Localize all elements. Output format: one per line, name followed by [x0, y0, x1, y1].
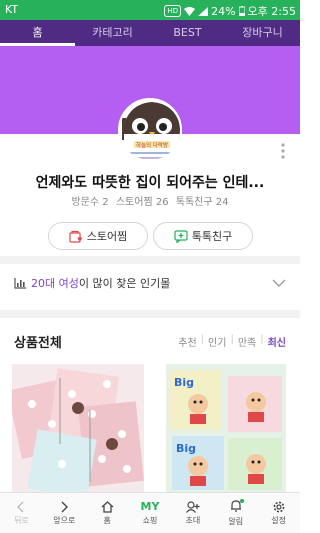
forward-arrow-icon	[61, 501, 69, 512]
new-alarm-dot	[239, 498, 244, 503]
nav-forward[interactable]: 앞으로	[43, 493, 86, 533]
products-header: 상품전체 추천 | 인기 | 만족 | 최신	[0, 326, 300, 356]
products-title: 상품전체	[14, 336, 62, 351]
svg-text:Big: Big	[174, 376, 194, 389]
nav-invite[interactable]: 초대	[171, 493, 214, 533]
hd-badge: HD	[164, 5, 182, 17]
character-notebook-picture: Big Big	[166, 364, 286, 492]
store-jjim-count: 스토어찜 26	[115, 197, 169, 208]
floral-notebook-picture	[12, 364, 144, 492]
signal-icon	[198, 6, 209, 16]
product-image-notebooks[interactable]	[12, 364, 144, 492]
nav-home-label: 홈	[103, 515, 111, 525]
section-divider	[0, 256, 300, 264]
store-stats: 방문수 2 스토어찜 26 톡톡친구 24	[0, 193, 300, 208]
battery-icon	[238, 6, 245, 16]
tab-category[interactable]: 카테고리	[75, 20, 150, 46]
nav-back[interactable]: 뒤로	[0, 493, 43, 533]
status-icons: HD 24% 오후 2:55	[164, 3, 296, 19]
store-avatar[interactable]: 하늘의 다락방	[118, 98, 182, 162]
nav-alarm-label: 알림	[228, 516, 244, 526]
talk-friend-button[interactable]: 톡톡친구	[153, 222, 253, 250]
store-name: 언제와도 따뜻한 집이 되어주는 인테...	[35, 175, 265, 191]
nav-home[interactable]: 홈	[86, 493, 129, 533]
home-icon	[101, 500, 114, 513]
sort-recommended[interactable]: 추천	[174, 334, 200, 349]
nav-back-label: 뒤로	[14, 515, 29, 525]
clock: 오후 2:55	[247, 5, 296, 18]
product-image-character-notebooks[interactable]: Big Big	[166, 364, 286, 492]
nav-settings[interactable]: 설정	[257, 493, 300, 533]
store-jjim-label: 스토어찜	[86, 230, 128, 243]
nav-forward-label: 앞으로	[53, 515, 76, 525]
store-heart-icon	[69, 230, 82, 243]
store-jjim-button[interactable]: 스토어찜	[48, 222, 148, 250]
bottom-nav: 뒤로 앞으로 홈 MY 쇼핑 초대 알림 설정	[0, 492, 300, 533]
sort-popular[interactable]: 인기	[204, 334, 230, 349]
battery-percent: 24%	[211, 4, 236, 18]
more-options-icon[interactable]	[280, 143, 286, 159]
nav-my-shopping[interactable]: MY 쇼핑	[129, 493, 172, 533]
bell-icon-wrap	[230, 498, 244, 514]
back-arrow-icon	[17, 501, 24, 512]
wifi-icon	[184, 6, 196, 16]
nav-alarm[interactable]: 알림	[214, 493, 257, 533]
popular-store-banner[interactable]: 20대 여성이 많이 찾은 인기몰	[0, 264, 300, 302]
talk-plus-icon	[174, 229, 188, 243]
bar-chart-icon	[14, 277, 26, 289]
avatar-sign-text: 하늘의 다락방	[136, 141, 168, 149]
sort-satisfaction[interactable]: 만족	[234, 334, 260, 349]
talk-friend-label: 톡톡친구	[191, 230, 233, 243]
popular-demographic: 20대 여성	[31, 277, 79, 290]
sort-tabs: 추천 | 인기 | 만족 | 최신	[174, 334, 290, 349]
popular-text: 20대 여성이 많이 찾은 인기몰	[31, 275, 170, 291]
nav-settings-label: 설정	[271, 515, 286, 525]
svg-text:Big: Big	[176, 442, 196, 455]
nav-invite-label: 초대	[185, 515, 201, 525]
main-tabs: 홈 카테고리 BEST 장바구니	[0, 20, 300, 46]
visitor-count: 방문수 2	[71, 197, 109, 208]
popular-suffix: 이 많이 찾은 인기몰	[78, 277, 171, 290]
tab-best[interactable]: BEST	[150, 20, 225, 46]
carrier-label: KT	[5, 3, 19, 16]
invite-icon	[185, 500, 200, 513]
talk-friend-count: 톡톡친구 24	[175, 197, 229, 208]
gear-icon	[273, 501, 284, 512]
sort-latest[interactable]: 최신	[264, 334, 290, 349]
nav-shopping-label: 쇼핑	[142, 516, 158, 525]
chevron-down-icon[interactable]	[272, 279, 286, 287]
tab-home[interactable]: 홈	[0, 20, 75, 46]
my-shopping-icon: MY	[140, 500, 160, 513]
tab-cart[interactable]: 장바구니	[225, 20, 300, 46]
section-divider	[0, 310, 300, 318]
status-bar: KT HD 24% 오후 2:55	[0, 0, 300, 20]
